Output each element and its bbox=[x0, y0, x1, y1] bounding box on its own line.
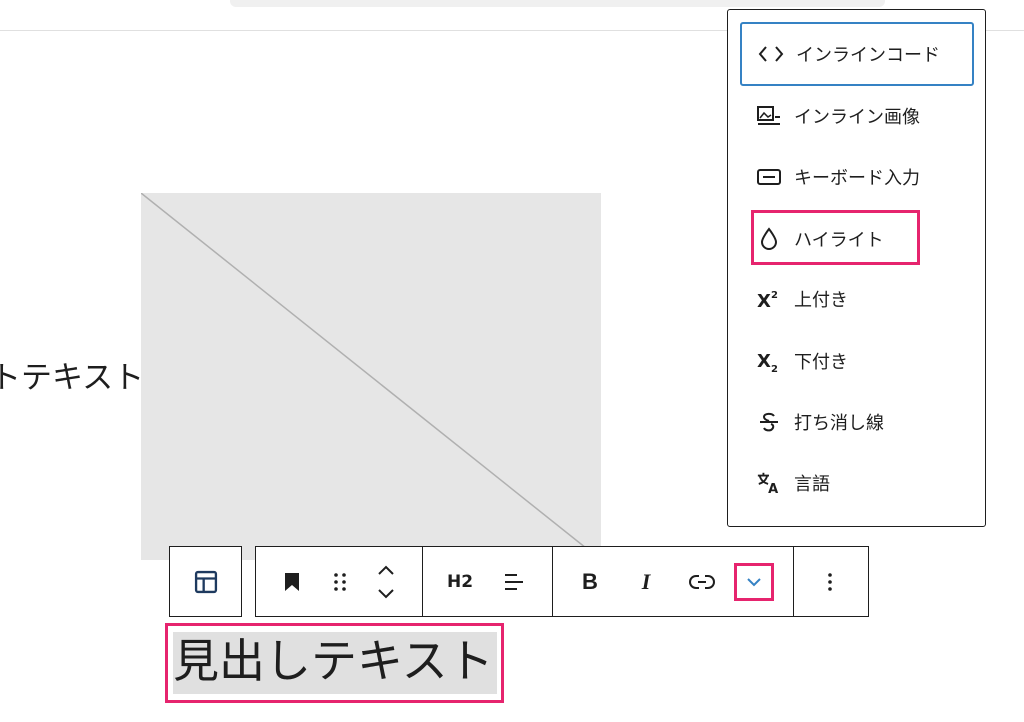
menu-item-label: インラインコード bbox=[796, 45, 940, 66]
image-icon bbox=[756, 103, 782, 129]
format-dropdown-menu: インラインコード インライン画像 キーボード入力 ハイライト X2 上付き X2… bbox=[727, 9, 986, 527]
menu-item-keyboard-input[interactable]: キーボード入力 bbox=[740, 148, 974, 206]
more-vertical-icon bbox=[828, 572, 832, 591]
heading-text[interactable]: 見出しテキスト bbox=[173, 630, 494, 692]
menu-item-label: キーボード入力 bbox=[794, 168, 920, 189]
svg-text:X: X bbox=[757, 351, 771, 372]
align-left-icon bbox=[505, 573, 523, 590]
toolbar-parent-group bbox=[169, 546, 242, 617]
strikethrough-icon bbox=[756, 409, 782, 435]
drag-handle-icon bbox=[334, 572, 346, 591]
top-bar bbox=[230, 0, 885, 7]
svg-text:2: 2 bbox=[771, 364, 778, 373]
code-icon bbox=[758, 41, 784, 67]
move-up-down-icon bbox=[378, 565, 394, 598]
bold-button[interactable]: B bbox=[572, 547, 608, 616]
heading-level-button[interactable]: H2 bbox=[440, 547, 480, 616]
bookmark-button[interactable] bbox=[274, 547, 310, 616]
drag-handle[interactable] bbox=[322, 547, 358, 616]
layout-icon bbox=[194, 570, 217, 593]
menu-item-inline-code[interactable]: インラインコード bbox=[740, 22, 974, 86]
menu-item-superscript[interactable]: X2 上付き bbox=[740, 270, 974, 328]
svg-text:2: 2 bbox=[771, 290, 778, 301]
image-placeholder[interactable] bbox=[141, 193, 601, 560]
link-icon bbox=[689, 574, 715, 589]
menu-item-label: 言語 bbox=[794, 474, 830, 495]
italic-button[interactable]: I bbox=[628, 547, 664, 616]
menu-item-subscript[interactable]: X2 下付き bbox=[740, 332, 974, 390]
align-button[interactable] bbox=[496, 547, 532, 616]
superscript-icon: X2 bbox=[756, 286, 782, 312]
menu-item-label: 打ち消し線 bbox=[794, 413, 884, 434]
toolbar-separator bbox=[552, 547, 553, 616]
more-formats-annotation bbox=[734, 563, 774, 601]
menu-item-strikethrough[interactable]: 打ち消し線 bbox=[740, 393, 974, 451]
keyboard-icon bbox=[756, 164, 782, 190]
block-toolbar: H2 B I bbox=[255, 546, 869, 617]
heading-block-annotation: 見出しテキスト bbox=[165, 623, 504, 703]
options-button[interactable] bbox=[812, 547, 848, 616]
placeholder-diagonal bbox=[141, 193, 601, 560]
highlight-annotation bbox=[751, 210, 920, 265]
paragraph-text[interactable]: トテキスト bbox=[0, 358, 144, 398]
subscript-icon: X2 bbox=[756, 348, 782, 374]
bookmark-icon bbox=[285, 572, 299, 591]
menu-item-label: インライン画像 bbox=[794, 107, 920, 128]
move-up-down-buttons[interactable] bbox=[368, 547, 404, 616]
language-icon: A bbox=[756, 470, 782, 496]
svg-text:X: X bbox=[757, 291, 771, 311]
link-button[interactable] bbox=[682, 547, 722, 616]
svg-text:A: A bbox=[768, 482, 778, 496]
menu-item-label: 上付き bbox=[794, 290, 848, 311]
toolbar-separator bbox=[422, 547, 423, 616]
menu-item-inline-image[interactable]: インライン画像 bbox=[740, 87, 974, 145]
menu-item-label: 下付き bbox=[794, 352, 848, 373]
select-parent-button[interactable] bbox=[170, 547, 241, 616]
menu-item-language[interactable]: A 言語 bbox=[740, 454, 974, 512]
toolbar-separator bbox=[793, 547, 794, 616]
